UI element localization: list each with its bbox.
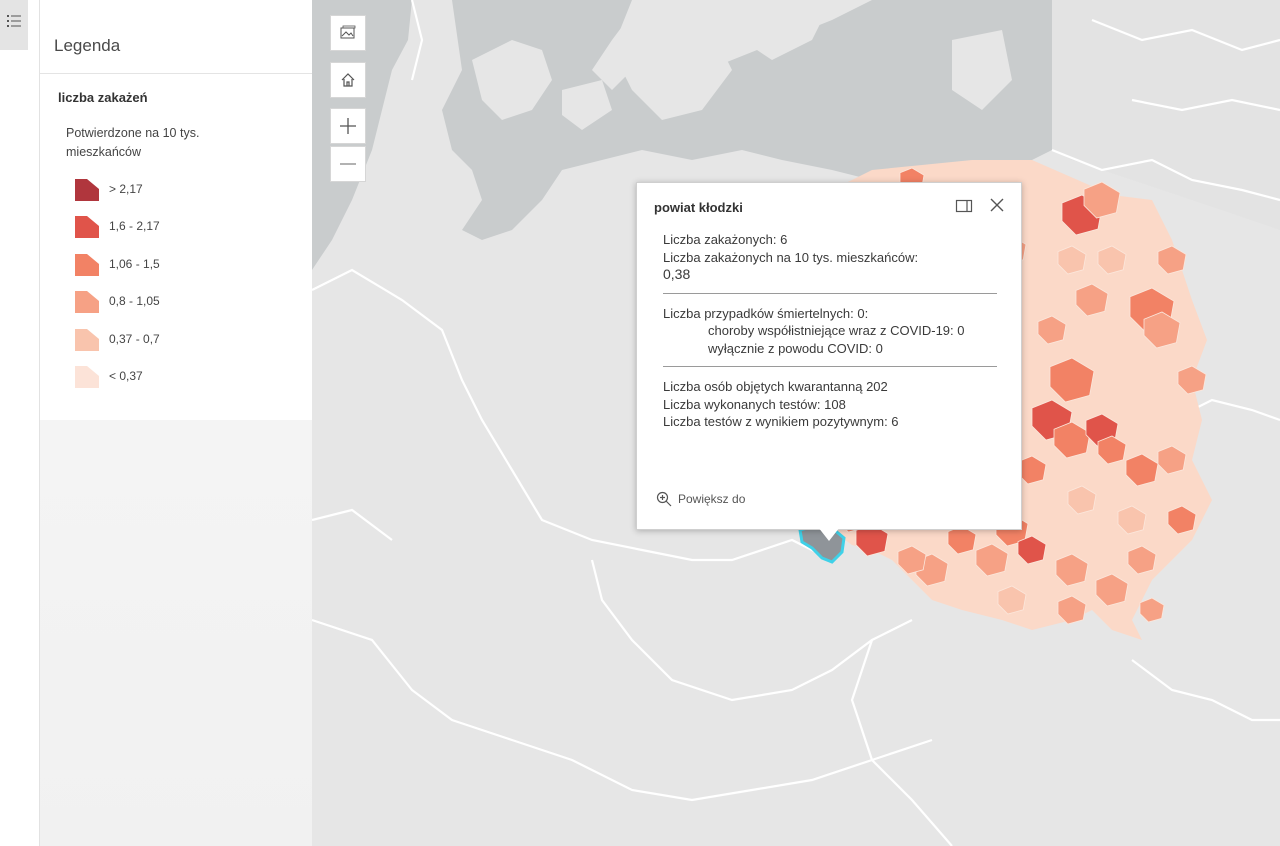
legend-title: Legenda	[40, 0, 312, 74]
legend-toggle-button[interactable]	[0, 0, 28, 50]
comorbidity-deaths: choroby współistniejące wraz z COVID-19:…	[708, 323, 965, 338]
popup-title: powiat kłodzki	[654, 200, 743, 215]
legend-panel: Legenda liczba zakażeń Potwierdzone na 1…	[40, 0, 312, 846]
zoom-in-button[interactable]	[330, 108, 366, 144]
deaths-count: Liczba przypadków śmiertelnych: 0:	[663, 305, 869, 321]
legend-field-label: Potwierdzone na 10 tys. mieszkańców	[66, 126, 200, 159]
legend-layer-title: liczba zakażeń	[58, 90, 148, 105]
popup-content: Liczba zakażonych: 6 Liczba zakażonych n…	[663, 231, 997, 431]
basemap-gallery-icon	[340, 25, 356, 39]
feature-popup: powiat kłodzki Liczba zakażonych: 6 Licz…	[636, 182, 1022, 530]
legend-class-1: 1,6 - 2,17	[74, 213, 160, 239]
legend-class-5: < 0,37	[74, 363, 143, 389]
positive-tests-count: Liczba testów z wynikiem pozytywnym: 6	[663, 414, 899, 429]
covid-only-deaths: wyłącznie z powodu COVID: 0	[708, 340, 883, 356]
zoom-out-button[interactable]	[330, 146, 366, 182]
legend-class-label: 0,37 - 0,7	[109, 331, 160, 346]
legend-class-4: 0,37 - 0,7	[74, 326, 160, 352]
legend-swatch	[75, 328, 99, 351]
minus-icon	[340, 163, 356, 165]
legend-card: Legenda liczba zakażeń Potwierdzone na 1…	[40, 0, 312, 420]
legend-class-label: 0,8 - 1,05	[109, 294, 160, 309]
legend-class-0: > 2,17	[74, 176, 143, 202]
left-rail	[0, 0, 40, 846]
legend-class-label: 1,06 - 1,5	[109, 256, 160, 271]
home-button[interactable]	[330, 62, 366, 98]
legend-class-label: 1,6 - 2,17	[109, 219, 160, 234]
basemap-gallery-button[interactable]	[330, 15, 366, 51]
legend-swatch	[75, 366, 99, 388]
tests-count: Liczba wykonanych testów: 108	[663, 396, 846, 412]
legend-swatch	[75, 291, 99, 314]
legend-class-3: 0,8 - 1,05	[74, 288, 160, 314]
legend-swatch	[75, 253, 99, 276]
home-icon	[341, 73, 355, 87]
plus-icon	[340, 118, 356, 134]
legend-class-2: 1,06 - 1,5	[74, 251, 160, 277]
quarantine-count: Liczba osób objętych kwarantanną 202	[663, 379, 888, 394]
zoom-to-label: Powiększ do	[678, 492, 746, 506]
legend-swatch	[75, 179, 99, 201]
popup-pointer	[818, 527, 840, 541]
dock-icon[interactable]	[955, 197, 973, 215]
legend-class-label: > 2,17	[109, 182, 143, 196]
legend-swatch	[75, 216, 99, 239]
zoom-magnifier-icon	[656, 491, 672, 507]
zoom-to-button[interactable]: Powiększ do	[656, 491, 745, 507]
legend-list-icon	[7, 15, 21, 27]
per10k-value: 0,38	[663, 266, 691, 282]
divider	[663, 292, 997, 294]
divider	[663, 366, 997, 367]
infections-count: Liczba zakażonych: 6	[663, 232, 788, 247]
per10k-label: Liczba zakażonych na 10 tys. mieszkańców…	[663, 249, 919, 265]
legend-class-label: < 0,37	[109, 369, 143, 383]
close-icon[interactable]	[987, 195, 1007, 215]
